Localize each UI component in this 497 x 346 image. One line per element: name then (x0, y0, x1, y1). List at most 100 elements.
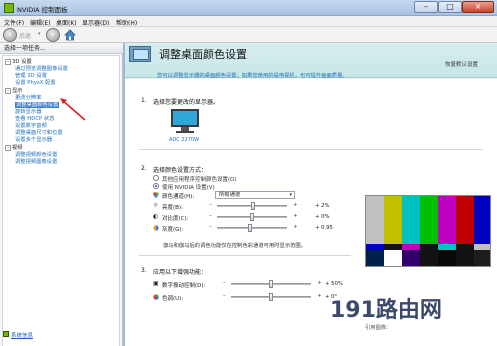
brightness-decrease[interactable]: – (209, 202, 212, 208)
tree-item-rotate[interactable]: 旋转显示器 (15, 109, 42, 116)
contrast-decrease[interactable]: – (209, 213, 212, 219)
gamma-decrease[interactable]: – (209, 224, 212, 230)
section-1-number: 1. (141, 97, 147, 104)
maximize-button[interactable]: □ (438, 1, 462, 13)
tree-item-video-color[interactable]: 调整视频颜色设置 (15, 152, 57, 159)
tree-label: 设置数字音频 (15, 123, 47, 129)
tree-item-preview-image[interactable]: 通过预览调整图像设置 (15, 66, 68, 73)
contrast-increase[interactable]: + (293, 213, 298, 219)
tree-label: 视频 (12, 145, 23, 151)
menu-display[interactable]: 显示器(D) (82, 18, 109, 27)
vibrance-icon: ▣ (153, 280, 159, 287)
radio-nvidia-settings[interactable] (153, 183, 159, 189)
chevron-down-icon[interactable]: ▾ (38, 31, 41, 37)
gamma-slider-thumb[interactable] (248, 224, 252, 232)
task-panel: 选择一项任务... –3D 设置 通过预览调整图像设置 管理 3D 设置 设置 … (0, 43, 123, 346)
brightness-increase[interactable]: + (293, 202, 298, 208)
gamma-slider[interactable] (217, 224, 287, 232)
menu-desktop[interactable]: 桌面(K) (56, 18, 77, 27)
close-button[interactable]: × (462, 1, 494, 13)
tree-category-3d[interactable]: –3D 设置 (5, 59, 32, 66)
color-bar (366, 196, 384, 244)
pluge-block (420, 250, 438, 266)
brightness-slider-thumb[interactable] (251, 202, 255, 210)
system-info-link[interactable]: 系统信息 (3, 331, 33, 339)
page-title: 调整桌面颜色设置 (159, 48, 247, 61)
monitor-screen (171, 109, 199, 127)
collapse-icon[interactable]: – (5, 59, 11, 65)
section-divider (139, 255, 351, 256)
desktop-color-icon (129, 46, 151, 62)
tree-item-resolution[interactable]: 更改分辨率 (15, 95, 42, 102)
tree-label: 通过预览调整图像设置 (15, 66, 68, 72)
home-icon[interactable] (63, 28, 77, 42)
monitor-name[interactable]: AOC 2270W (169, 137, 199, 143)
chevron-down-icon: ▾ (289, 192, 292, 198)
hue-increase[interactable]: + (317, 293, 322, 299)
color-channel-select[interactable]: 所有通道 ▾ (215, 191, 295, 199)
info-icon (3, 331, 9, 337)
reference-image (365, 195, 491, 267)
red-arrow-annotation (60, 98, 86, 121)
hue-slider[interactable] (231, 293, 311, 301)
tree-category-display[interactable]: – 显示 (5, 88, 23, 95)
window-title: NVIDIA 控制面板 (17, 6, 68, 14)
hue-slider-thumb[interactable] (269, 293, 273, 301)
vibrance-slider-thumb[interactable] (269, 280, 273, 288)
vibrance-decrease[interactable]: – (223, 280, 226, 286)
gamma-increase[interactable]: + (293, 224, 298, 230)
vibrance-slider[interactable] (231, 280, 311, 288)
tree-item-hdcp[interactable]: 查看 HDCP 状态 (15, 116, 55, 123)
radio-other-app[interactable] (153, 175, 159, 181)
menu-file[interactable]: 文件(F) (4, 18, 24, 27)
contrast-slider[interactable] (217, 213, 287, 221)
option-other-app-label[interactable]: 其他应用程序控制颜色设置(O) (162, 175, 237, 183)
option-nvidia-settings-label[interactable]: 使用 NVIDIA 设置(V) (162, 183, 215, 191)
tree-label: 3D 设置 (12, 59, 32, 65)
title-bar: NVIDIA 控制面板 – □ × (0, 0, 497, 16)
pluge-block (474, 250, 490, 266)
restore-defaults-link[interactable]: 恢复默认设置 (445, 60, 478, 68)
back-label[interactable]: 后退 (19, 31, 31, 40)
tree-label: 查看 HDCP 状态 (15, 116, 55, 122)
color-bar (420, 196, 438, 244)
color-bar (474, 196, 490, 244)
color-channel-icon (153, 192, 159, 198)
tree-label: 调整桌面尺寸和位置 (15, 130, 63, 136)
minimize-button[interactable]: – (414, 1, 438, 13)
collapse-icon[interactable]: – (5, 145, 11, 151)
brightness-slider[interactable] (217, 202, 287, 210)
tree-item-manage-3d[interactable]: 管理 3D 设置 (15, 73, 47, 80)
gamma-label: 灰度(G): (162, 227, 184, 233)
contrast-slider-thumb[interactable] (250, 213, 254, 221)
reference-image-label: 引用图像： (365, 325, 392, 331)
contrast-icon: ◐ (153, 213, 159, 220)
pluge-block (384, 250, 402, 266)
monitor-icon[interactable] (171, 109, 199, 133)
tree-category-video[interactable]: – 视频 (5, 145, 23, 152)
gamma-note: 伽马和伽马后的调色功能仅在控制色彩通道可用时显示范围。 (163, 243, 307, 249)
tree-item-video-image[interactable]: 调整视频图像设置 (15, 159, 57, 166)
collapse-icon[interactable]: – (5, 88, 11, 94)
brightness-label: 亮度(B): (162, 205, 183, 211)
section-divider (139, 149, 483, 150)
vibrance-value: + 50% (325, 281, 343, 287)
menu-bar: 文件(F) 编辑(E) 桌面(K) 显示器(D) 帮助(H) (0, 16, 497, 27)
tree-item-desktop-size[interactable]: 调整桌面尺寸和位置 (15, 130, 63, 137)
color-channel-label: 颜色通道(H): (162, 194, 195, 200)
menu-help[interactable]: 帮助(H) (116, 18, 137, 27)
tree-label: 设置多个显示器 (15, 137, 53, 143)
task-header: 选择一项任务... (0, 43, 123, 54)
left-arrow-icon[interactable]: ‹ (3, 28, 17, 42)
hue-decrease[interactable]: – (223, 293, 226, 299)
tree-item-desktop-color[interactable]: 调整桌面颜色设置 (15, 102, 60, 109)
hue-icon (153, 294, 159, 300)
tree-item-multi-display[interactable]: 设置多个显示器 (15, 137, 52, 144)
pluge-block (456, 250, 474, 266)
tree-label: 显示 (12, 88, 23, 94)
vibrance-increase[interactable]: + (317, 280, 322, 286)
tree-item-physx[interactable]: 设置 PhysX 配置 (15, 80, 56, 87)
right-arrow-icon[interactable]: › (46, 28, 60, 42)
tree-item-audio[interactable]: 设置数字音频 (15, 123, 47, 130)
menu-edit[interactable]: 编辑(E) (30, 18, 50, 27)
